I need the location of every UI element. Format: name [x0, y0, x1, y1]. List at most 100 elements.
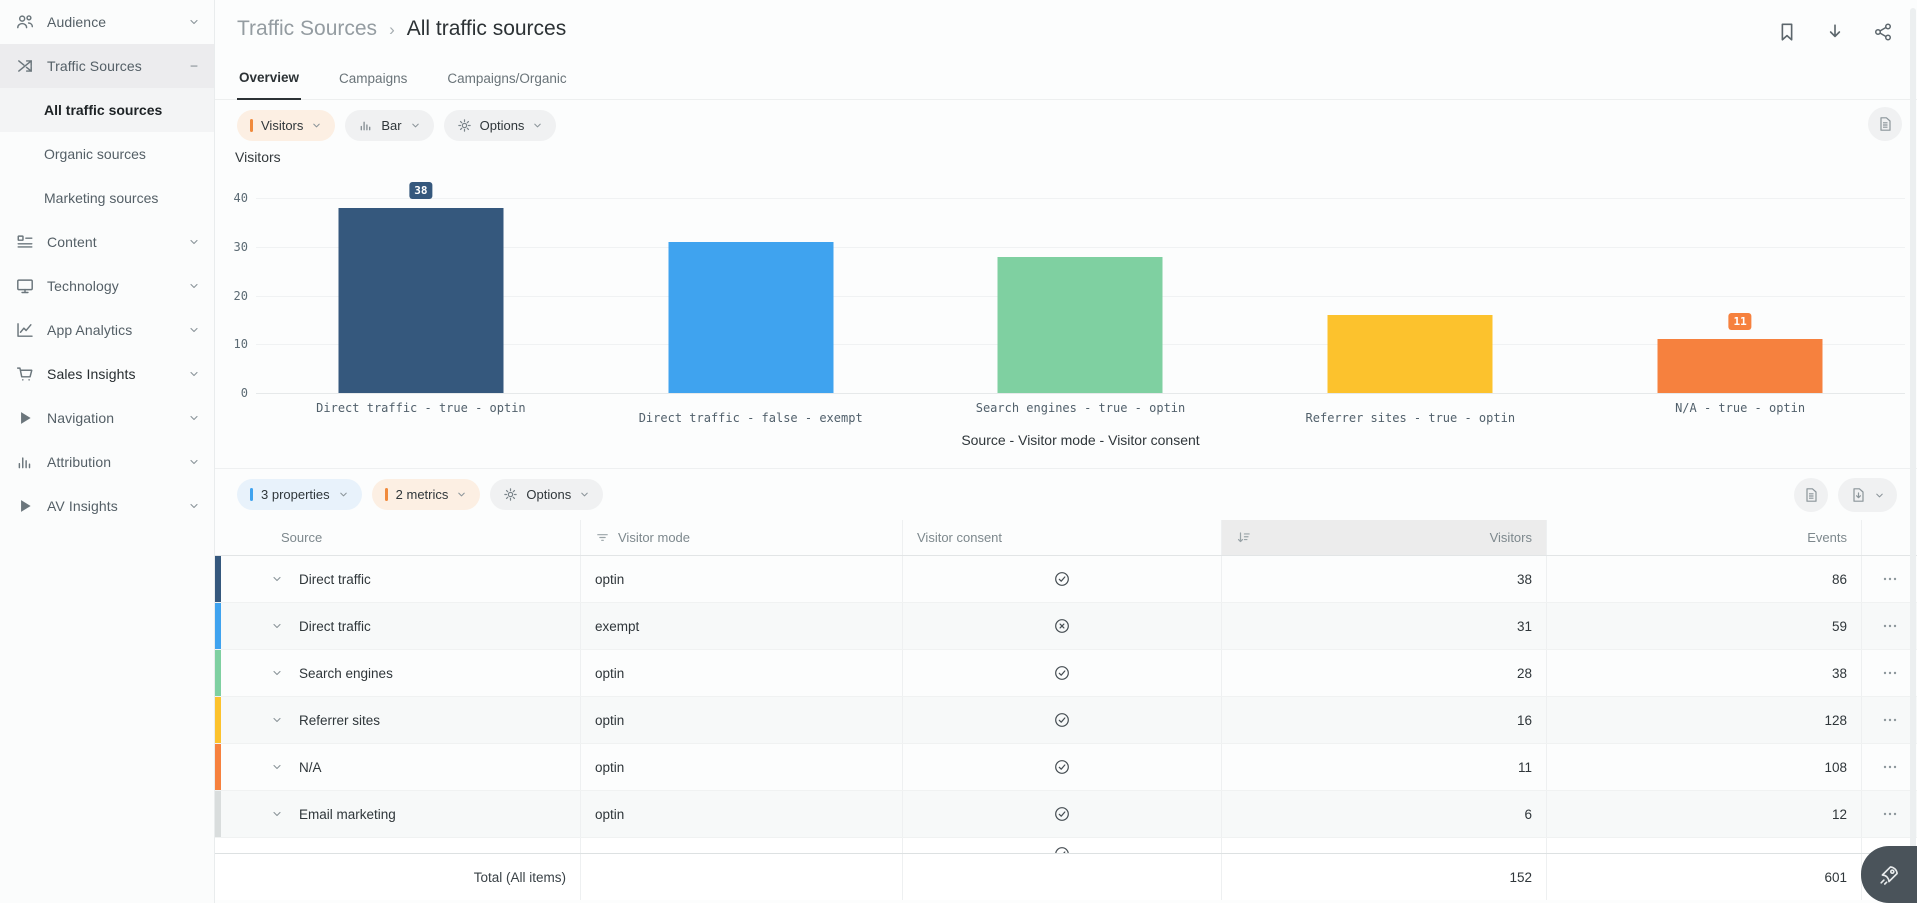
expand-chevron-icon[interactable]: [271, 620, 283, 632]
sidebar: Audience Traffic Sources All traffic sou…: [0, 0, 215, 903]
tab-overview[interactable]: Overview: [237, 60, 301, 100]
row-actions-button[interactable]: [1862, 697, 1917, 743]
total-events: 601: [1547, 854, 1862, 900]
chevron-down-icon: [188, 368, 200, 380]
assistant-rocket-button[interactable]: [1861, 846, 1917, 903]
table-row[interactable]: Search engines optin 28 38: [215, 650, 1917, 697]
sidebar-item-navigation[interactable]: Navigation: [0, 396, 214, 440]
sidebar-item-app-analytics[interactable]: App Analytics: [0, 308, 214, 352]
chart-report-button[interactable]: [1868, 107, 1902, 141]
table-row[interactable]: Direct traffic optin 38 86: [215, 556, 1917, 603]
bar-direct-traffic-optin[interactable]: [338, 208, 503, 393]
bar-referrer-sites[interactable]: [1328, 315, 1493, 393]
chart-bars: 38 Direct traffic - true - optin Direct …: [256, 198, 1905, 393]
visitor-mode-cell: optin: [581, 744, 903, 790]
table-row-partial: [215, 838, 1917, 853]
sidebar-item-label: Audience: [47, 14, 106, 30]
table-row[interactable]: Email marketing optin 6 12: [215, 791, 1917, 838]
row-actions-button[interactable]: [1862, 650, 1917, 696]
chart-options-button[interactable]: Options: [444, 110, 557, 141]
source-cell: Email marketing: [221, 791, 581, 837]
expand-chevron-icon[interactable]: [271, 808, 283, 820]
scrollbar[interactable]: [1910, 8, 1916, 895]
sidebar-item-content[interactable]: Content: [0, 220, 214, 264]
visitors-cell: 38: [1222, 556, 1547, 602]
table-row[interactable]: Referrer sites optin 16 128: [215, 697, 1917, 744]
tab-campaigns[interactable]: Campaigns: [337, 60, 409, 99]
visitors-cell: 11: [1222, 744, 1547, 790]
chevron-down-icon: [188, 236, 200, 248]
row-actions-button[interactable]: [1862, 556, 1917, 602]
expand-chevron-icon[interactable]: [271, 573, 283, 585]
export-button[interactable]: [1838, 478, 1897, 512]
visitor-consent-cell: [903, 744, 1222, 790]
visitor-mode-cell: optin: [581, 791, 903, 837]
events-cell: 59: [1547, 603, 1862, 649]
bar-chart-icon: [358, 118, 373, 133]
bar-na[interactable]: [1658, 339, 1823, 393]
header-actions: [1777, 22, 1893, 42]
metrics-selector[interactable]: 2 metrics: [372, 479, 481, 510]
bar-direct-traffic-exempt[interactable]: [668, 242, 833, 393]
sidebar-subitem-all-traffic-sources[interactable]: All traffic sources: [0, 88, 214, 132]
tab-campaigns-organic[interactable]: Campaigns/Organic: [445, 60, 568, 99]
table-report-button[interactable]: [1794, 478, 1828, 512]
breadcrumb-parent[interactable]: Traffic Sources: [237, 17, 377, 41]
row-actions-button[interactable]: [1862, 791, 1917, 837]
more-dots-icon: [1882, 618, 1898, 634]
monitor-icon: [16, 277, 34, 295]
table-options-button[interactable]: Options: [490, 479, 603, 510]
chevron-down-icon: [188, 456, 200, 468]
tab-bar: Overview Campaigns Campaigns/Organic: [215, 60, 1917, 100]
y-tick: 10: [234, 337, 248, 351]
bar-search-engines[interactable]: [998, 257, 1163, 394]
share-button[interactable]: [1873, 22, 1893, 42]
column-header-visitors[interactable]: Visitors: [1222, 520, 1547, 555]
more-dots-icon: [1882, 712, 1898, 728]
sidebar-subitem-organic-sources[interactable]: Organic sources: [0, 132, 214, 176]
chart-type-selector[interactable]: Bar: [345, 110, 433, 141]
section-divider: [215, 468, 1917, 469]
bookmark-button[interactable]: [1777, 22, 1797, 42]
source-cell: Direct traffic: [221, 556, 581, 602]
document-icon: [1803, 487, 1819, 503]
sidebar-item-sales-insights[interactable]: Sales Insights: [0, 352, 214, 396]
table-row[interactable]: Direct traffic exempt 31 59: [215, 603, 1917, 650]
table-row[interactable]: N/A optin 11 108: [215, 744, 1917, 791]
sidebar-item-audience[interactable]: Audience: [0, 0, 214, 44]
sidebar-subitem-marketing-sources[interactable]: Marketing sources: [0, 176, 214, 220]
rocket-icon: [1877, 863, 1901, 887]
consent-check-icon: [1054, 712, 1070, 728]
column-header-events[interactable]: Events: [1547, 520, 1862, 555]
row-actions-button[interactable]: [1862, 603, 1917, 649]
metric-selector[interactable]: Visitors: [237, 110, 335, 141]
people-icon: [16, 13, 34, 31]
expand-chevron-icon[interactable]: [271, 667, 283, 679]
events-cell: 86: [1547, 556, 1862, 602]
share-icon: [1873, 22, 1893, 42]
sidebar-item-attribution[interactable]: Attribution: [0, 440, 214, 484]
row-actions-button[interactable]: [1862, 744, 1917, 790]
metrics-selector-label: 2 metrics: [396, 487, 449, 502]
chevron-down-icon: [1874, 490, 1885, 501]
visitor-consent-cell: [903, 650, 1222, 696]
download-button[interactable]: [1825, 22, 1845, 42]
column-header-visitor-mode[interactable]: Visitor mode: [581, 520, 903, 555]
expand-chevron-icon[interactable]: [271, 761, 283, 773]
expand-chevron-icon[interactable]: [271, 714, 283, 726]
chart-type-label: Bar: [381, 118, 401, 133]
visitor-consent-cell: [903, 556, 1222, 602]
sidebar-item-label: App Analytics: [47, 322, 132, 338]
properties-selector[interactable]: 3 properties: [237, 479, 362, 510]
column-chart-icon: [16, 453, 34, 471]
gear-icon: [503, 487, 518, 502]
data-table: Source Visitor mode Visitor consent Visi…: [215, 520, 1917, 900]
chevron-down-icon: [188, 412, 200, 424]
sidebar-item-av-insights[interactable]: AV Insights: [0, 484, 214, 528]
column-header-visitor-consent[interactable]: Visitor consent: [903, 520, 1222, 555]
sidebar-item-traffic-sources[interactable]: Traffic Sources: [0, 44, 214, 88]
sidebar-item-technology[interactable]: Technology: [0, 264, 214, 308]
chevron-down-icon: [188, 324, 200, 336]
column-header-source[interactable]: Source: [221, 520, 581, 555]
bookmark-icon: [1777, 22, 1797, 42]
